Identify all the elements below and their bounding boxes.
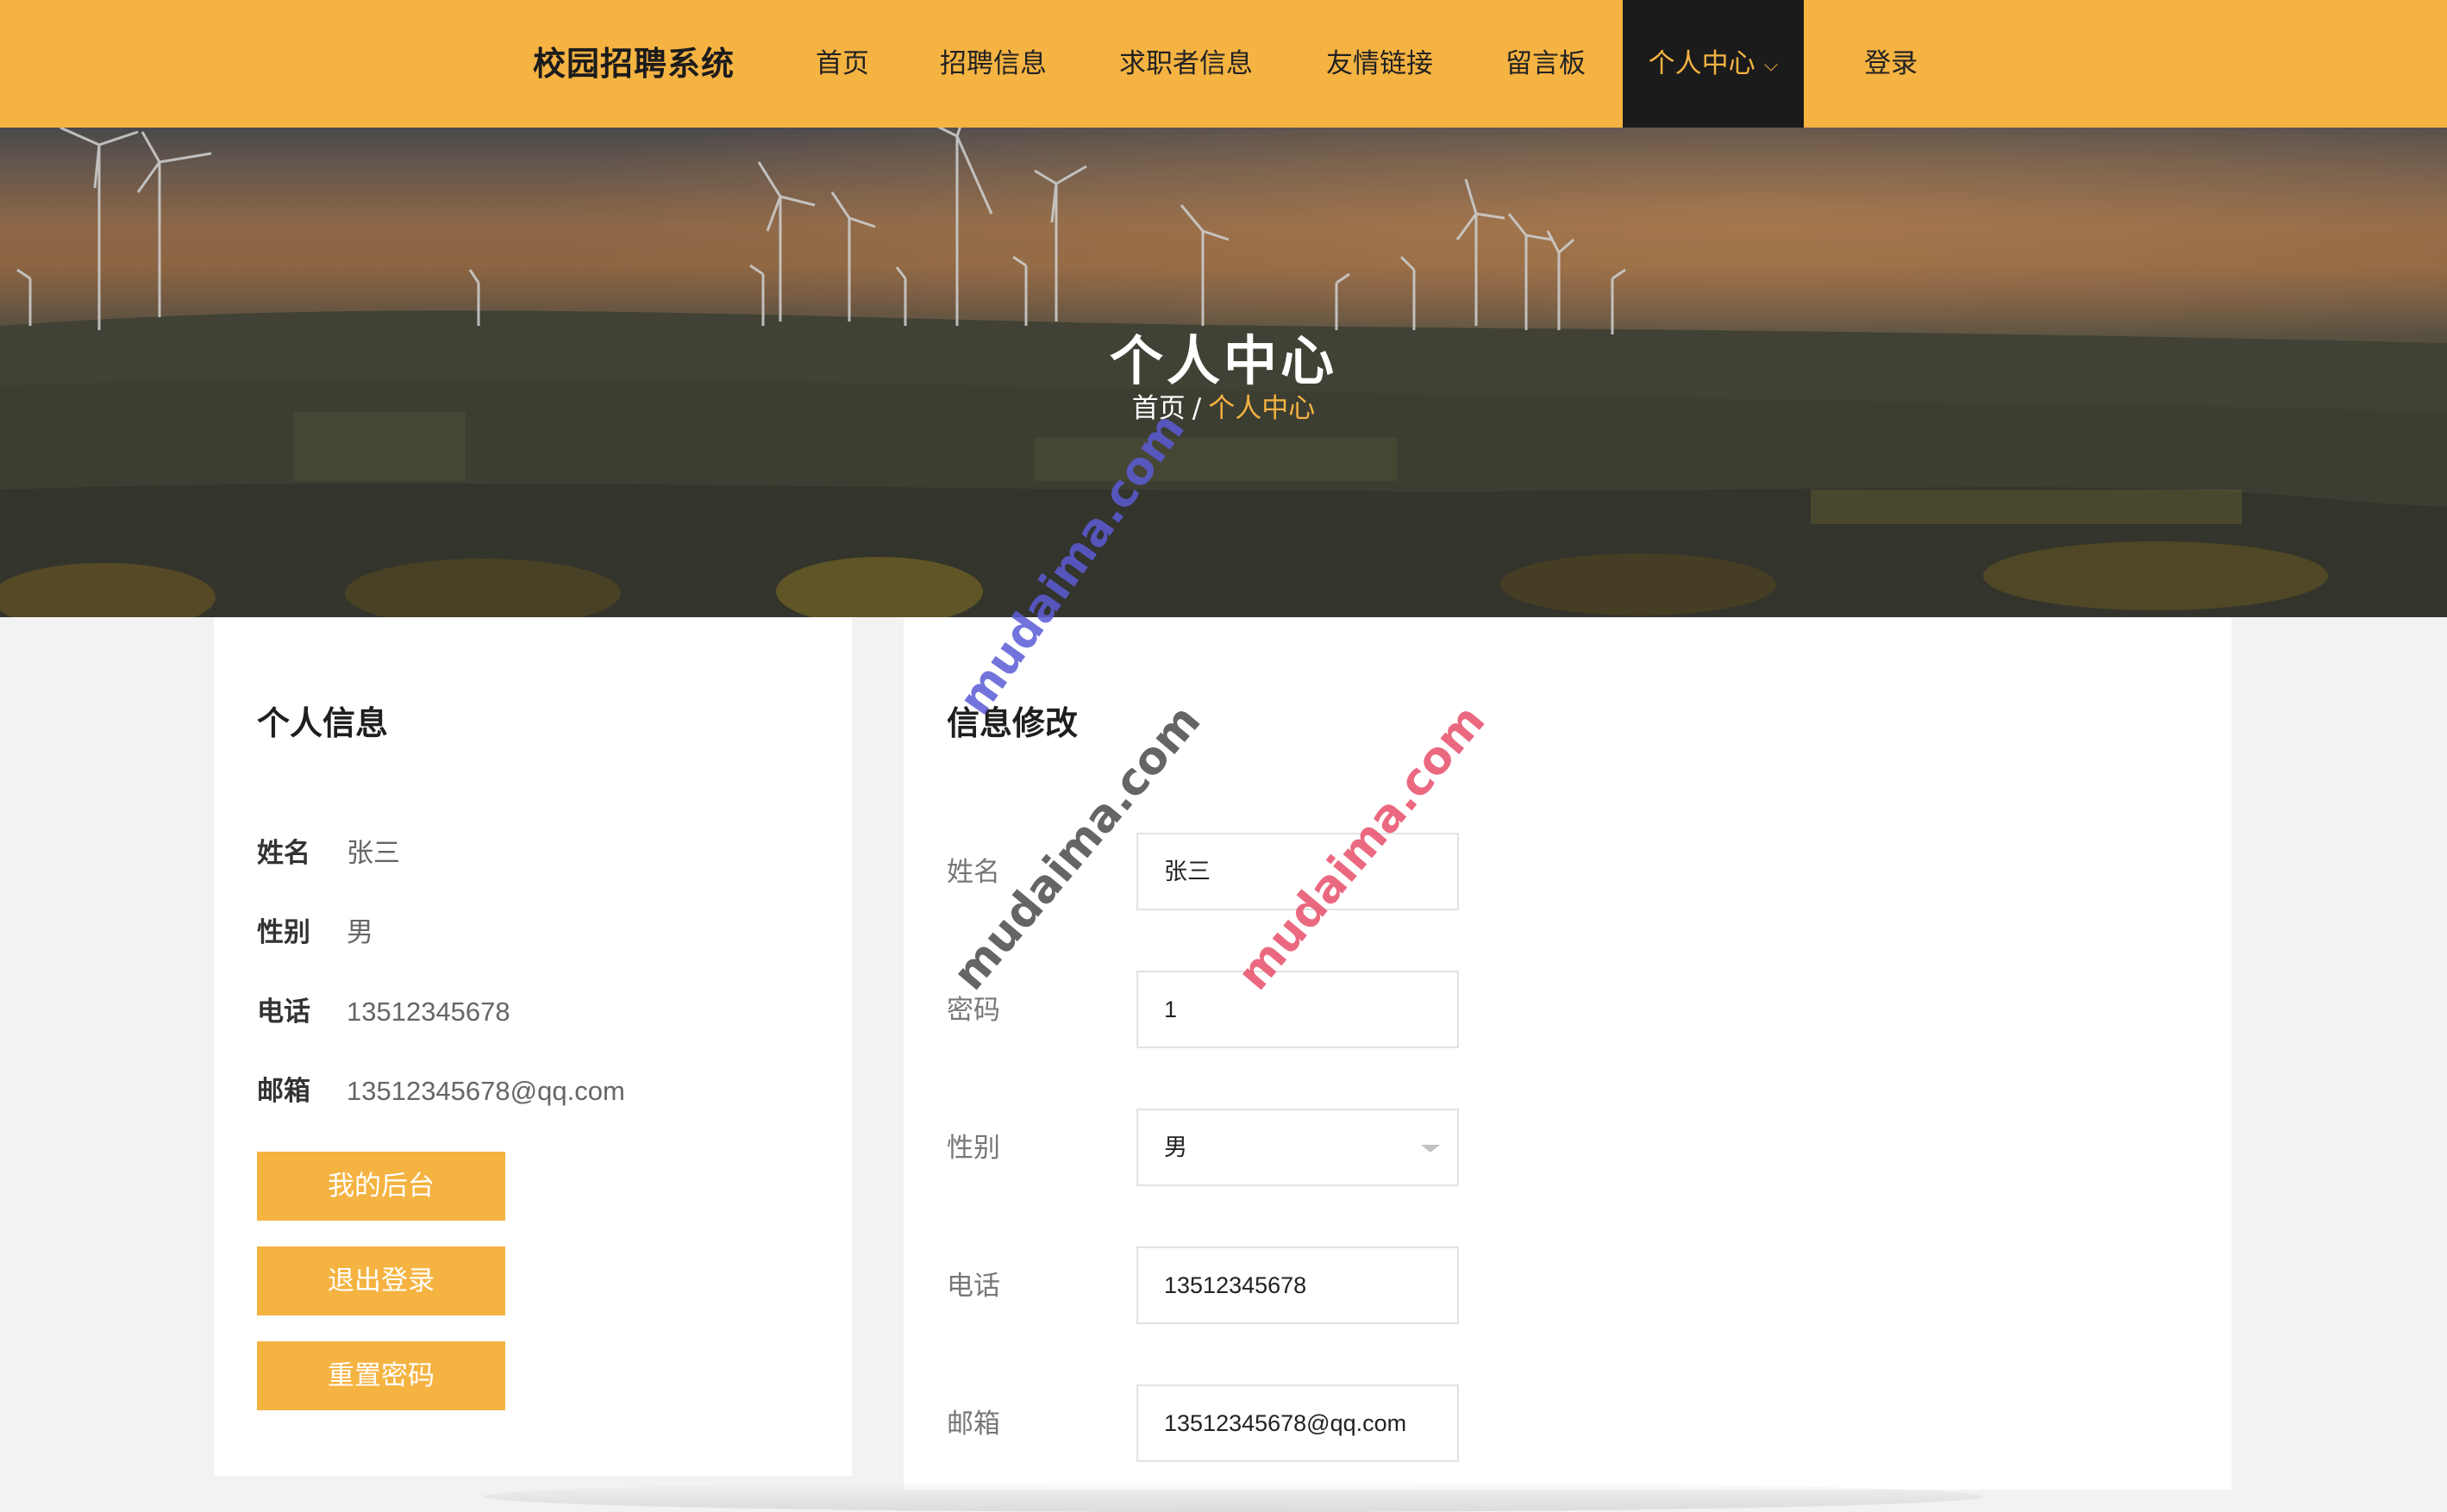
nav-links[interactable]: 友情链接 — [1326, 0, 1433, 128]
profile-card: 个人信息 姓名 张三 性别 男 电话 13512345678 邮箱 1351234567… — [214, 617, 852, 1476]
nav-message-board[interactable]: 留言板 — [1505, 0, 1586, 128]
dropdown-arrow-icon — [1421, 1145, 1440, 1153]
site-brand[interactable]: 校园招聘系统 — [533, 0, 735, 128]
edit-info-card: 信息修改 姓名 张三 密码 1 性别 男 电话 13512345678 邮箱 1… — [904, 617, 2231, 1490]
top-navbar: 校园招聘系统 首页 招聘信息 求职者信息 友情链接 留言板 个人中心 ⌵ 登录 — [0, 0, 2447, 128]
breadcrumb-separator: / — [1192, 393, 1202, 424]
breadcrumb: 首页 / 个人中心 — [0, 386, 2447, 425]
reset-password-button[interactable]: 重置密码 — [257, 1341, 505, 1410]
breadcrumb-current: 个人中心 — [1208, 393, 1316, 424]
form-label-email: 邮箱 — [947, 1409, 1000, 1440]
footer-shadow — [483, 1481, 1983, 1512]
nav-home[interactable]: 首页 — [816, 0, 869, 128]
email-input[interactable]: 13512345678@qq.com — [1136, 1384, 1459, 1462]
profile-value: 13512345678@qq.com — [347, 1076, 625, 1106]
form-label-password: 密码 — [947, 995, 1000, 1026]
profile-value: 13512345678 — [347, 997, 510, 1027]
profile-row-email: 邮箱 13512345678@qq.com — [257, 1069, 625, 1108]
nav-seekers[interactable]: 求职者信息 — [1119, 0, 1253, 128]
nav-jobs[interactable]: 招聘信息 — [940, 0, 1047, 128]
profile-title: 个人信息 — [257, 704, 389, 742]
form-label-phone: 电话 — [947, 1271, 1000, 1302]
nav-personal-center-label: 个人中心 — [1648, 48, 1755, 79]
chevron-down-icon: ⌵ — [1763, 53, 1779, 76]
profile-label: 姓名 — [257, 838, 310, 869]
form-label-gender: 性别 — [947, 1133, 1000, 1164]
profile-value: 张三 — [347, 838, 400, 868]
hero-banner: 个人中心 首页 / 个人中心 — [0, 128, 2447, 617]
profile-row-name: 姓名 张三 — [257, 831, 400, 870]
profile-row-gender: 性别 男 — [257, 910, 373, 949]
hero-title: 个人中心 — [1109, 329, 1337, 392]
form-label-name: 姓名 — [947, 857, 1000, 888]
profile-label: 性别 — [257, 917, 310, 948]
nav-personal-center[interactable]: 个人中心 ⌵ — [1623, 0, 1804, 128]
my-dashboard-button[interactable]: 我的后台 — [257, 1152, 505, 1221]
gender-select[interactable]: 男 — [1136, 1109, 1459, 1186]
profile-row-phone: 电话 13512345678 — [257, 990, 510, 1028]
password-input[interactable]: 1 — [1136, 971, 1459, 1048]
logout-button[interactable]: 退出登录 — [257, 1246, 505, 1315]
profile-value: 男 — [347, 917, 373, 947]
gender-select-value: 男 — [1164, 1134, 1187, 1160]
phone-input[interactable]: 13512345678 — [1136, 1246, 1459, 1324]
profile-label: 邮箱 — [257, 1076, 310, 1107]
profile-label: 电话 — [257, 997, 310, 1028]
nav-login[interactable]: 登录 — [1864, 0, 1918, 128]
